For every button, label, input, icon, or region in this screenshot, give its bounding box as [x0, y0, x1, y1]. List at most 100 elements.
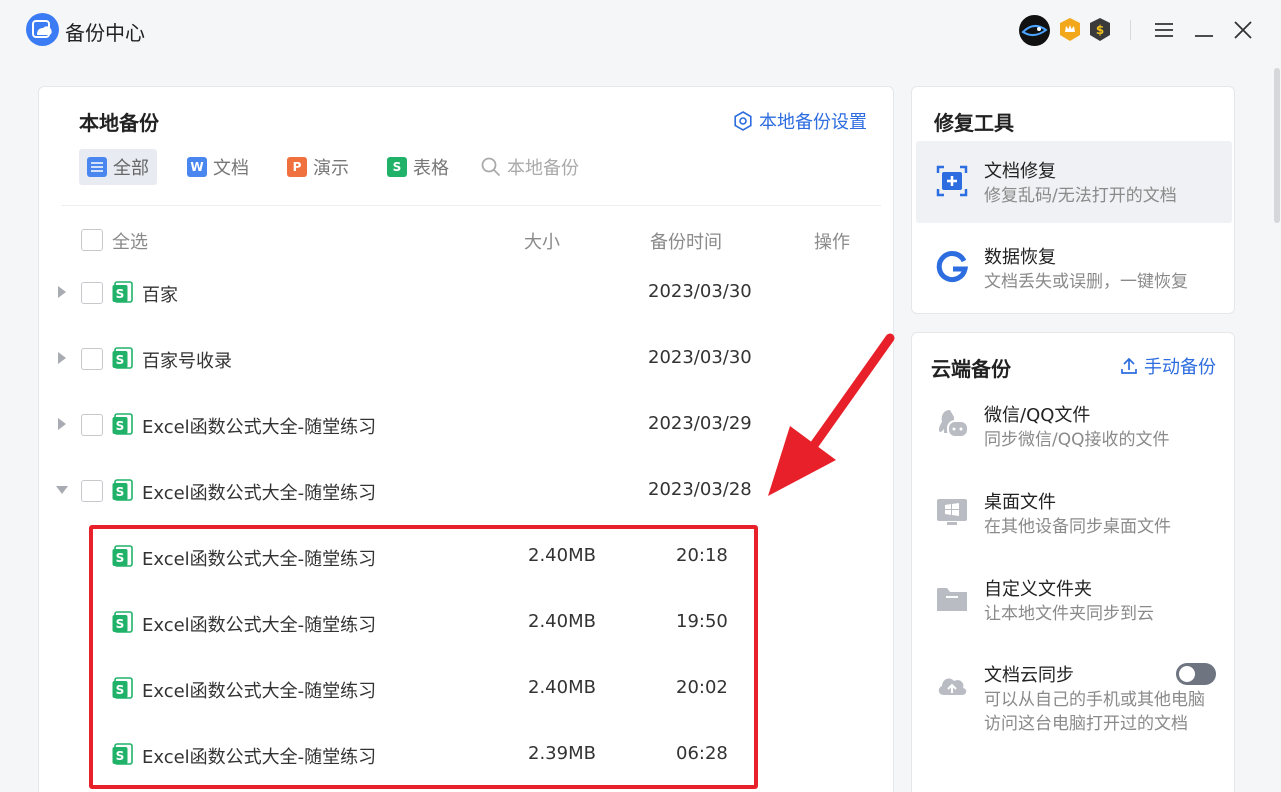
- desktop-icon: [937, 499, 967, 525]
- collapse-arrow-icon[interactable]: [55, 483, 69, 497]
- backup-version-row[interactable]: S Excel函数公式大全-随堂练习 2.40MB 20:02: [39, 669, 893, 709]
- filter-tab-label: 表格: [413, 158, 449, 179]
- backup-version-row[interactable]: S Excel函数公式大全-随堂练习 2.40MB 19:50: [39, 603, 893, 643]
- backup-date: 2023/03/29: [648, 413, 752, 434]
- repair-tools-title: 修复工具: [934, 111, 1014, 135]
- wechat-qq-icon: [938, 410, 969, 438]
- desktop-files-item[interactable]: 桌面文件 在其他设备同步桌面文件: [916, 472, 1232, 554]
- file-name: Excel函数公式大全-随堂练习: [142, 747, 377, 768]
- backup-time: 19:50: [676, 611, 728, 632]
- doc-repair-title: 文档修复: [984, 161, 1056, 182]
- doc-cloud-sync-desc: 可以从自己的手机或其他电脑 访问这台电脑打开过的文档: [984, 688, 1205, 736]
- settings-label: 本地备份设置: [759, 112, 867, 133]
- filter-tab-all[interactable]: 全部: [79, 149, 157, 185]
- writer-icon: W: [187, 157, 207, 177]
- file-name: Excel函数公式大全-随堂练习: [142, 483, 377, 504]
- search-icon: [481, 157, 501, 177]
- spreadsheet-file-icon: S: [112, 281, 133, 303]
- wechat-qq-desc: 同步微信/QQ接收的文件: [984, 430, 1170, 450]
- folder-icon: [937, 588, 967, 611]
- cloud-backup-title: 云端备份: [931, 357, 1011, 381]
- table-header: 全选 大小 备份时间 操作: [39, 225, 893, 253]
- list-icon: [87, 157, 107, 177]
- spreadsheet-file-icon: S: [112, 743, 133, 765]
- backup-time: 20:02: [676, 677, 728, 698]
- data-recovery-item[interactable]: 数据恢复 文档丢失或误删，一键恢复: [916, 227, 1232, 309]
- upload-icon: [1121, 357, 1137, 374]
- settings-icon: [734, 111, 752, 131]
- column-size: 大小: [524, 232, 560, 253]
- data-recovery-desc: 文档丢失或误删，一键恢复: [984, 272, 1188, 292]
- crown-badge-icon[interactable]: [1059, 17, 1081, 42]
- table-row[interactable]: S 百家 2023/03/30: [39, 273, 893, 313]
- custom-folder-desc: 让本地文件夹同步到云: [984, 604, 1154, 624]
- svg-text:S: S: [116, 683, 125, 697]
- file-name: Excel函数公式大全-随堂练习: [142, 681, 377, 702]
- doc-cloud-sync-desc-line1: 可以从自己的手机或其他电脑: [984, 690, 1205, 710]
- file-name: 百家: [142, 285, 178, 306]
- filter-tab-label: 文档: [213, 158, 249, 179]
- search-input[interactable]: 本地备份: [481, 149, 579, 185]
- row-checkbox[interactable]: [81, 282, 103, 304]
- custom-folder-title: 自定义文件夹: [984, 579, 1092, 600]
- file-size: 2.40MB: [528, 611, 596, 632]
- title-bar: 备份中心 $: [0, 0, 1281, 62]
- column-backup-time: 备份时间: [650, 232, 722, 253]
- table-row[interactable]: S 百家号收录 2023/03/30: [39, 339, 893, 379]
- file-name: Excel函数公式大全-随堂练习: [142, 549, 377, 570]
- close-icon[interactable]: [1229, 16, 1257, 44]
- table-row[interactable]: S Excel函数公式大全-随堂练习 2023/03/29: [39, 405, 893, 445]
- local-backup-settings-link[interactable]: 本地备份设置: [733, 108, 867, 134]
- expand-arrow-icon[interactable]: [55, 351, 69, 365]
- row-checkbox[interactable]: [81, 480, 103, 502]
- select-all-checkbox[interactable]: [81, 229, 103, 251]
- file-name: 百家号收录: [142, 351, 232, 372]
- doc-cloud-sync-title: 文档云同步: [984, 665, 1074, 686]
- filter-tab-presentation[interactable]: P 演示: [279, 149, 357, 185]
- repair-tools-panel: 修复工具 文档修复 修复乱码/无法打开的文档 数据恢复 文档丢失或误删，一键恢复: [911, 86, 1235, 314]
- app-logo-icon: [26, 13, 59, 46]
- spreadsheet-file-icon: S: [112, 545, 133, 567]
- cloud-backup-panel: 云端备份 手动备份 微信/QQ文件 同步微信/QQ接收的文件 桌面文件 在其他设…: [911, 332, 1235, 792]
- expand-arrow-icon[interactable]: [55, 417, 69, 431]
- table-row[interactable]: S Excel函数公式大全-随堂练习 2023/03/28: [39, 471, 893, 511]
- divider: [61, 205, 881, 206]
- manual-backup-button[interactable]: 手动备份: [1120, 353, 1216, 379]
- backup-version-row[interactable]: S Excel函数公式大全-随堂练习 2.40MB 20:18: [39, 537, 893, 577]
- backup-date: 2023/03/30: [648, 281, 752, 302]
- super-badge-icon[interactable]: $: [1089, 17, 1111, 42]
- wechat-qq-files-item[interactable]: 微信/QQ文件 同步微信/QQ接收的文件: [916, 385, 1232, 467]
- search-placeholder: 本地备份: [507, 158, 579, 179]
- custom-folder-item[interactable]: 自定义文件夹 让本地文件夹同步到云: [916, 559, 1232, 641]
- spreadsheet-file-icon: S: [112, 677, 133, 699]
- menu-icon[interactable]: [1150, 16, 1178, 44]
- user-avatar[interactable]: [1019, 15, 1050, 46]
- row-checkbox[interactable]: [81, 348, 103, 370]
- filter-tab-label: 全部: [113, 158, 149, 179]
- backup-version-row[interactable]: S Excel函数公式大全-随堂练习 2.39MB 06:28: [39, 735, 893, 775]
- minimize-icon[interactable]: [1190, 16, 1218, 44]
- backup-date: 2023/03/28: [648, 479, 752, 500]
- expand-arrow-icon[interactable]: [55, 285, 69, 299]
- svg-text:S: S: [116, 353, 125, 367]
- column-action: 操作: [814, 232, 850, 253]
- panel-title: 本地备份: [79, 111, 159, 135]
- spreadsheet-file-icon: S: [112, 611, 133, 633]
- doc-cloud-sync-item[interactable]: 文档云同步 可以从自己的手机或其他电脑 访问这台电脑打开过的文档: [916, 645, 1232, 745]
- svg-text:S: S: [116, 551, 125, 565]
- backup-date: 2023/03/30: [648, 347, 752, 368]
- manual-backup-label: 手动备份: [1144, 357, 1216, 378]
- file-size: 2.40MB: [528, 677, 596, 698]
- file-name: Excel函数公式大全-随堂练习: [142, 615, 377, 636]
- svg-text:$: $: [1096, 23, 1104, 37]
- select-all-label[interactable]: 全选: [112, 228, 148, 254]
- doc-cloud-sync-toggle[interactable]: [1176, 663, 1216, 685]
- scrollbar-thumb[interactable]: [1274, 68, 1280, 223]
- file-type-filter-bar: 全部 W 文档 P 演示 S 表格 本地备份: [79, 149, 579, 185]
- filter-tab-spreadsheet[interactable]: S 表格: [379, 149, 457, 185]
- svg-text:S: S: [116, 419, 125, 433]
- row-checkbox[interactable]: [81, 414, 103, 436]
- filter-tab-writer[interactable]: W 文档: [179, 149, 257, 185]
- file-name: Excel函数公式大全-随堂练习: [142, 417, 377, 438]
- doc-repair-item[interactable]: 文档修复 修复乱码/无法打开的文档: [916, 141, 1232, 223]
